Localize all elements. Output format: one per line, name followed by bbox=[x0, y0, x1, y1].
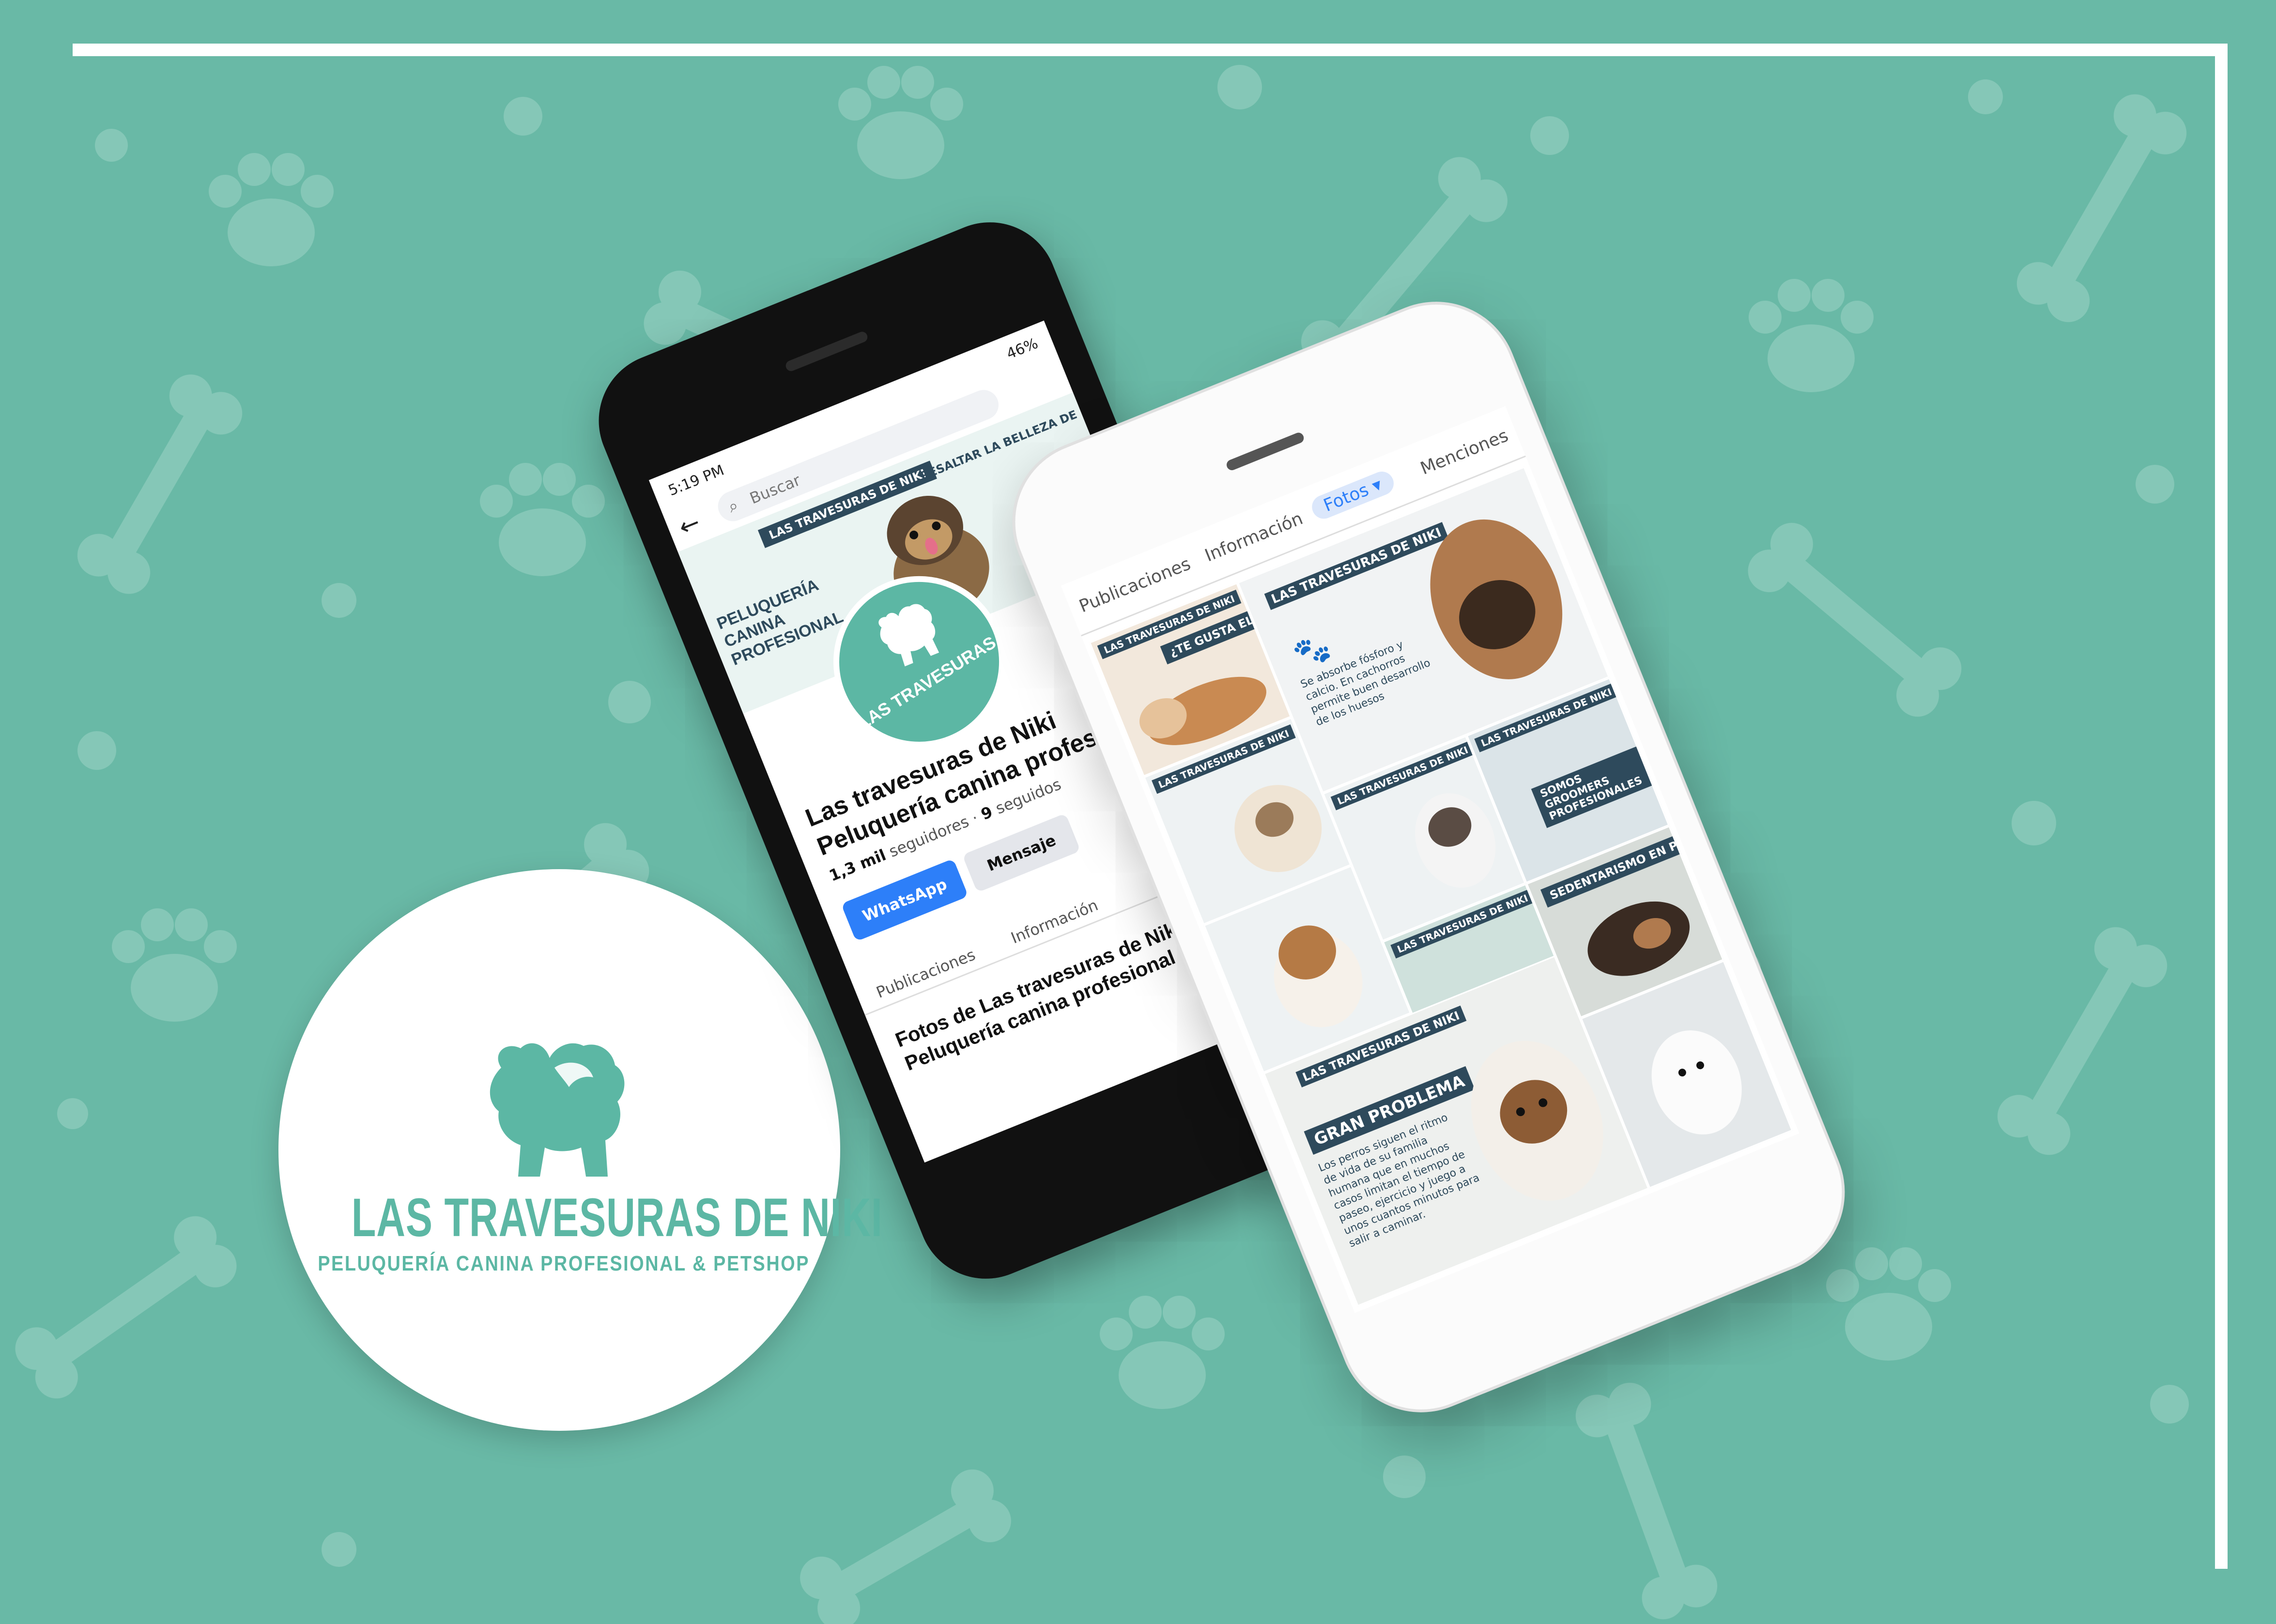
tab-informacion[interactable]: Información bbox=[1008, 896, 1101, 948]
tab-menciones[interactable]: Menciones bbox=[1417, 426, 1511, 479]
arrow-left-icon[interactable]: ← bbox=[675, 508, 704, 541]
frame-line-top bbox=[73, 44, 2228, 56]
frame-line-right bbox=[2215, 44, 2228, 1569]
tile-headline: SOMOS GROOMERS PROFESIONALES bbox=[1531, 744, 1659, 828]
dog-photo bbox=[1651, 1030, 1742, 1134]
paw-icon: 🐾 bbox=[1289, 628, 1336, 674]
following-count: 9 bbox=[978, 802, 996, 824]
phone-speaker bbox=[784, 330, 869, 373]
tab-fotos-label: Fotos bbox=[1321, 480, 1372, 516]
tab-fotos[interactable]: Fotos ▾ bbox=[1308, 468, 1398, 522]
tab-publicaciones[interactable]: Publicaciones bbox=[874, 945, 978, 1002]
phone-speaker bbox=[1225, 431, 1306, 472]
search-placeholder: Buscar bbox=[747, 471, 803, 508]
brand-title: LAS TRAVESURAS DE NIKI bbox=[351, 1187, 883, 1248]
mockup-stage: LAS TRAVESURAS DE NIKI PELUQUERÍA CANINA… bbox=[0, 0, 2276, 1624]
battery-level: 46% bbox=[1004, 335, 1041, 363]
logo-badge: LAS TRAVESURAS DE NIKI PELUQUERÍA CANINA… bbox=[278, 869, 883, 1431]
brand-tagline: PELUQUERÍA CANINA PROFESIONAL & PETSHOP bbox=[318, 1252, 810, 1275]
dog-photo bbox=[1274, 925, 1363, 1027]
dog-photo bbox=[1430, 519, 1563, 679]
tab-informacion[interactable]: Información bbox=[1202, 508, 1306, 566]
dog-silhouette-logo bbox=[490, 1043, 625, 1177]
search-icon: ⌕ bbox=[725, 495, 741, 517]
